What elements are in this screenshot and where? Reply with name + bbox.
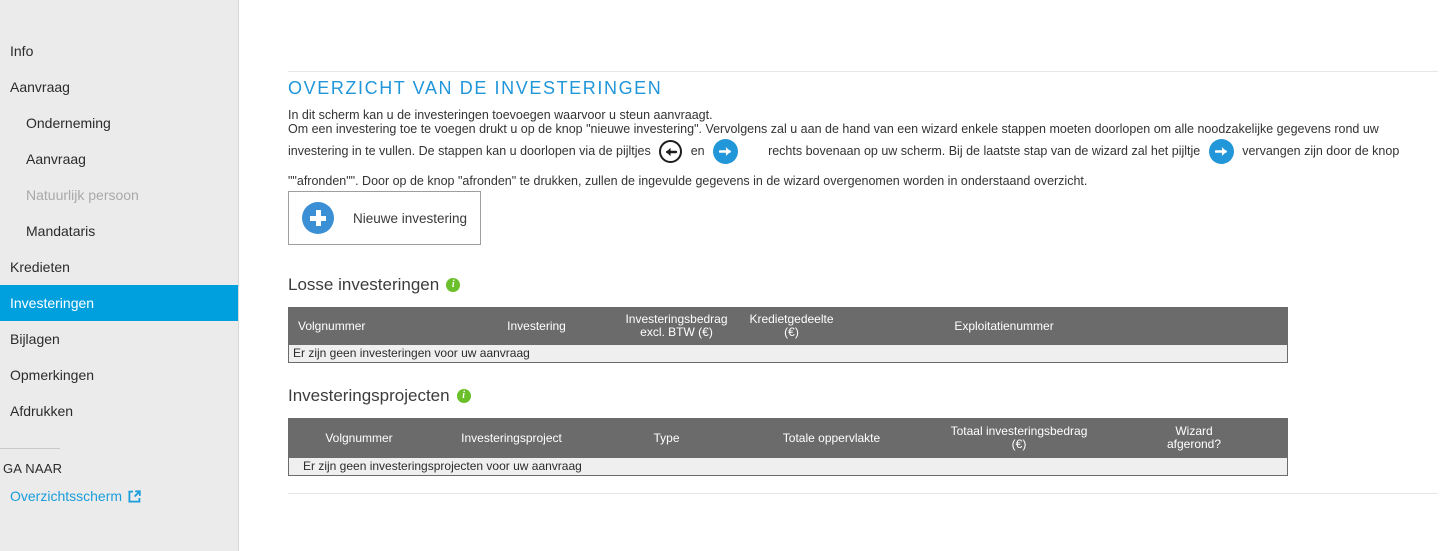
sidebar-item-bijlagen[interactable]: Bijlagen [0,321,238,357]
table-header-row-2: Volgnummer Investeringsproject Type Tota… [289,419,1287,457]
col-investeringsbedrag-l2: excl. BTW (€) [640,325,713,339]
col-totale-oppervlakte: Totale oppervlakte [739,430,924,445]
col-volgnummer-label: Volgnummer [298,318,366,333]
info-icon-2[interactable]: i [456,389,471,403]
table-header-row: Volgnummer Investering Investeringsbedra… [289,308,1287,344]
section-heading-losse-investeringen: Losse investeringen i [288,275,461,295]
losse-investeringen-title: Losse investeringen [288,275,440,294]
sidebar: Info Aanvraag Onderneming Aanvraag Natuu… [0,0,239,551]
col-totaal-investeringsbedrag-l2: (€) [1011,437,1027,451]
plus-icon [302,202,334,234]
intro-line-3b: en [690,144,705,158]
col-wizard-afgerond-l2: afgerond? [1166,437,1222,451]
external-link-icon [128,489,141,503]
goto-section: GA NAAR Overzichtsscherm [0,448,239,504]
intro-line-3d: vervangen zijn door de knop [1242,144,1400,158]
sidebar-item-onderneming[interactable]: Onderneming [0,105,238,141]
next-step-arrow-icon-2[interactable] [1208,139,1234,165]
section-heading-investeringsprojecten: Investeringsprojecten i [288,386,471,406]
col-wizard-afgerond: Wizard afgerond? [1114,425,1274,451]
info-icon[interactable]: i [446,278,461,292]
sidebar-item-afdrukken[interactable]: Afdrukken [0,393,238,429]
col-investeringsproject-label: Investeringsproject [461,430,562,445]
intro-line-1: In dit scherm kan u de investeringen toe… [288,108,713,122]
empty-row-investeringsprojecten: Er zijn geen investeringsprojecten voor … [289,457,1287,475]
col-kredietgedeelte: Kredietgedeelte (€) [739,313,844,339]
col-exploitatienummer: Exploitatienummer [844,318,1164,333]
investeringsprojecten-table: Volgnummer Investeringsproject Type Tota… [288,418,1288,476]
col-totale-oppervlakte-label: Totale oppervlakte [782,430,881,445]
previous-step-arrow-icon[interactable] [659,140,683,164]
sidebar-item-aanvraag-sub[interactable]: Aanvraag [0,141,238,177]
sidebar-item-kredieten[interactable]: Kredieten [0,249,238,285]
sidebar-nav: Info Aanvraag Onderneming Aanvraag Natuu… [0,0,238,429]
goto-divider [0,448,60,449]
col-volgnummer-2-label: Volgnummer [325,430,393,445]
col-type: Type [594,430,739,445]
header-divider [288,71,1438,72]
sidebar-item-aanvraag[interactable]: Aanvraag [0,69,238,105]
sidebar-item-info[interactable]: Info [0,33,238,69]
col-investering: Investering [459,318,614,333]
sidebar-item-mandataris[interactable]: Mandataris [0,213,238,249]
intro-line-2: Om een investering toe te voegen drukt u… [288,122,1379,136]
sidebar-item-investeringen[interactable]: Investeringen [0,285,238,321]
next-step-arrow-icon[interactable] [713,139,739,165]
investeringsprojecten-title: Investeringsprojecten [288,386,450,405]
intro-line-3: investering in te vullen. De stappen kan… [288,136,1438,166]
col-investering-label: Investering [507,318,566,333]
footer-divider [288,493,1438,494]
col-investeringsbedrag: Investeringsbedrag excl. BTW (€) [614,313,739,339]
empty-row-losse-investeringen: Er zijn geen investeringen voor uw aanvr… [289,344,1287,362]
col-totaal-investeringsbedrag: Totaal investeringsbedrag (€) [924,425,1114,451]
new-investment-label: Nieuwe investering [353,210,468,226]
goto-link-label: Overzichtsscherm [10,488,123,504]
goto-overzichtsscherm-link[interactable]: Overzichtsscherm [0,488,239,504]
col-volgnummer: Volgnummer [289,318,459,333]
intro-line-3a: investering in te vullen. De stappen kan… [288,144,651,158]
col-type-label: Type [653,430,680,445]
intro-text: In dit scherm kan u de investeringen toe… [288,108,1438,196]
col-volgnummer-2: Volgnummer [289,430,429,445]
sidebar-item-opmerkingen[interactable]: Opmerkingen [0,357,238,393]
intro-line-3c: rechts bovenaan op uw scherm. Bij de laa… [768,144,1201,158]
page-title: OVERZICHT VAN DE INVESTERINGEN [288,78,663,98]
col-investeringsproject: Investeringsproject [429,430,594,445]
col-kredietgedeelte-l2: (€) [784,325,799,339]
goto-label: GA NAAR [3,461,63,476]
new-investment-button[interactable]: Nieuwe investering [288,191,481,245]
sidebar-item-natuurlijk-persoon: Natuurlijk persoon [26,187,139,203]
col-exploitatienummer-label: Exploitatienummer [954,318,1054,333]
losse-investeringen-table: Volgnummer Investering Investeringsbedra… [288,307,1288,363]
